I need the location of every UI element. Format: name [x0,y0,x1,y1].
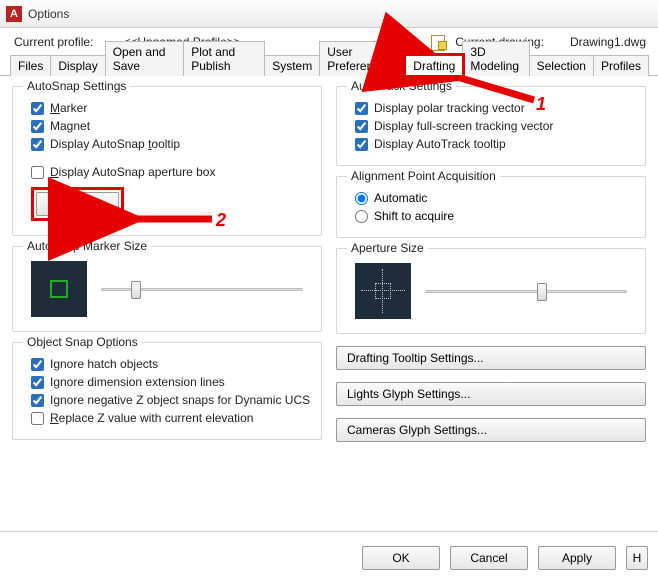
marker-size-slider[interactable] [101,279,303,299]
label-shift: Shift to acquire [374,209,454,223]
drawing-icon [431,34,447,50]
title-bar: A Options [0,0,658,28]
label-ignore-hatch: Ignore hatch objects [50,357,158,371]
cameras-glyph-settings-button[interactable]: Cameras Glyph Settings... [336,418,646,442]
window-title: Options [28,7,69,21]
checkbox-autosnap-tooltip[interactable] [31,138,44,151]
label-fullscreen: Display full-screen tracking vector [374,119,553,133]
legend-autotrack: AutoTrack Settings [347,79,456,93]
label-marker: Marker [50,101,87,115]
current-drawing-value: Drawing1.dwg [570,35,646,49]
annotation-1: 1 [536,94,546,115]
legend-aperture: Aperture Size [347,241,428,255]
group-object-snap-options: Object Snap Options Ignore hatch objects… [12,342,322,440]
annotation-2: 2 [216,210,226,231]
aperture-size-slider[interactable] [425,281,627,301]
label-autotrack-tooltip: Display AutoTrack tooltip [374,137,506,151]
tab-selection[interactable]: Selection [529,55,594,76]
cancel-button[interactable]: Cancel [450,546,528,570]
drafting-tooltip-settings-button[interactable]: Drafting Tooltip Settings... [336,346,646,370]
label-ignore-dim: Ignore dimension extension lines [50,375,225,389]
apply-button[interactable]: Apply [538,546,616,570]
colors-button[interactable]: Colors... [36,192,119,216]
group-autotrack-settings: AutoTrack Settings Display polar trackin… [336,86,646,166]
label-replace-z: Replace Z value with current elevation [50,411,253,425]
group-autosnap-settings: AutoSnap Settings Marker Magnet Display … [12,86,322,236]
marker-preview [31,261,87,317]
tab-drafting[interactable]: Drafting [405,55,463,76]
separator [0,531,658,532]
lights-glyph-settings-button[interactable]: Lights Glyph Settings... [336,382,646,406]
label-aperture-box: Display AutoSnap aperture box [50,165,215,179]
label-polar: Display polar tracking vector [374,101,525,115]
help-button[interactable]: H [626,546,648,570]
checkbox-magnet[interactable] [31,120,44,133]
label-ignore-negz: Ignore negative Z object snaps for Dynam… [50,393,310,407]
legend-autosnap: AutoSnap Settings [23,79,130,93]
legend-alignment: Alignment Point Acquisition [347,169,500,183]
tab-files[interactable]: Files [10,55,51,76]
group-autosnap-marker-size: AutoSnap Marker Size [12,246,322,332]
radio-shift[interactable] [355,210,368,223]
checkbox-replace-z[interactable] [31,412,44,425]
tab-display[interactable]: Display [50,55,105,76]
radio-automatic[interactable] [355,192,368,205]
group-alignment-point: Alignment Point Acquisition Automatic Sh… [336,176,646,238]
checkbox-marker[interactable] [31,102,44,115]
checkbox-ignore-dim[interactable] [31,376,44,389]
tabs: Files Display Open and Save Plot and Pub… [0,52,658,76]
group-aperture-size: Aperture Size [336,248,646,334]
tab-user-preferences[interactable]: User Preferences [319,41,406,76]
checkbox-polar[interactable] [355,102,368,115]
highlight-colors: Colors... [31,187,124,221]
label-autosnap-tooltip: Display AutoSnap tooltip [50,137,180,151]
checkbox-fullscreen[interactable] [355,120,368,133]
checkbox-autotrack-tooltip[interactable] [355,138,368,151]
ok-button[interactable]: OK [362,546,440,570]
aperture-preview [355,263,411,319]
dialog-buttons: OK Cancel Apply H [362,546,648,570]
tab-system[interactable]: System [264,55,320,76]
label-magnet: Magnet [50,119,90,133]
legend-osnap: Object Snap Options [23,335,142,349]
tab-profiles[interactable]: Profiles [593,55,649,76]
checkbox-aperture-box[interactable] [31,166,44,179]
checkbox-ignore-hatch[interactable] [31,358,44,371]
legend-marker-size: AutoSnap Marker Size [23,239,151,253]
tab-plot-and-publish[interactable]: Plot and Publish [183,41,265,76]
app-logo-icon: A [6,6,22,22]
current-profile-label: Current profile: [14,35,93,49]
tab-open-and-save[interactable]: Open and Save [105,41,184,76]
checkbox-ignore-negz[interactable] [31,394,44,407]
label-automatic: Automatic [374,191,427,205]
tab-3d-modeling[interactable]: 3D Modeling [462,41,529,76]
